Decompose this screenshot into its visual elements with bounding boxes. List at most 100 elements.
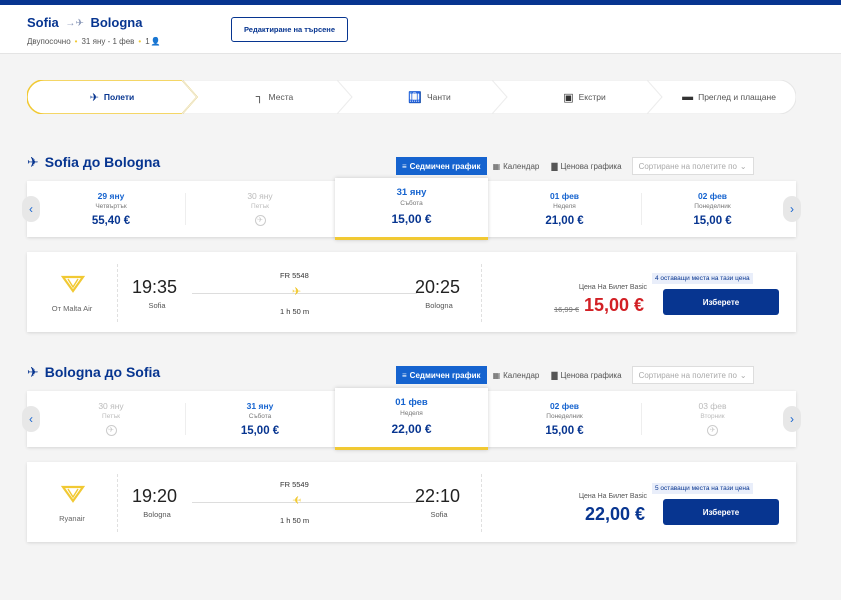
- prev-dates-arrow[interactable]: ‹: [22, 406, 40, 432]
- select-flight-button[interactable]: Изберете: [663, 499, 779, 525]
- step-seats[interactable]: ┐ Места: [197, 80, 352, 114]
- chevron-down-icon: ⌄: [739, 161, 747, 171]
- divider: [117, 264, 118, 322]
- tab-calendar[interactable]: ▦ Календар: [487, 157, 546, 175]
- seat-icon: ┐: [255, 91, 264, 103]
- trip-type: Двупосочно: [27, 37, 71, 46]
- tab-weekly-schedule[interactable]: ≡ Седмичен график: [396, 157, 487, 175]
- departure-plane-icon: ✈: [27, 364, 39, 380]
- departure-city: Bologna: [143, 510, 171, 519]
- seats-left-badge: 4 оставащи места на тази цена: [652, 273, 753, 284]
- arrival-time: 22:10: [415, 486, 461, 506]
- step-review-payment[interactable]: ▬ Преглед и плащане: [662, 80, 796, 114]
- date-option[interactable]: 31 яну Събота 15,00 €: [185, 391, 335, 447]
- harp-logo-icon: [60, 275, 86, 293]
- calendar-icon: ▦: [492, 161, 501, 171]
- tab-weekly-schedule[interactable]: ≡ Седмичен график: [396, 366, 487, 384]
- arrival-time: 20:25: [415, 277, 461, 297]
- fare-type: Цена На Билет Basic: [578, 284, 647, 291]
- date-option-selected[interactable]: 01 фев Неделя 22,00 €: [335, 388, 488, 450]
- bar-chart-icon: ▇: [551, 370, 558, 380]
- tab-calendar[interactable]: ▦ Календар: [487, 366, 546, 384]
- flight-price: 15,00 €: [584, 295, 645, 315]
- old-price: 16,99 €: [553, 305, 579, 314]
- select-flight-button[interactable]: Изберете: [663, 289, 779, 315]
- step-bags[interactable]: 🛄 Чанти: [352, 80, 507, 114]
- operator-name: Ryanair: [59, 514, 85, 523]
- departure-time: 19:20: [132, 486, 178, 506]
- no-flight-icon: ✈: [105, 425, 117, 436]
- origin-city: Sofia: [27, 15, 59, 30]
- next-dates-arrow[interactable]: ›: [783, 406, 801, 432]
- date-option[interactable]: 02 фев Понеделник 15,00 €: [488, 391, 641, 447]
- route-title: Sofia →✈ Bologna: [27, 15, 142, 30]
- chevron-right-icon: ›: [790, 202, 794, 216]
- route-line: [192, 502, 417, 503]
- flight-duration: 1 h 50 m: [280, 516, 310, 525]
- outbound-title: ✈ Sofia до Bologna: [27, 154, 161, 170]
- flight-price: 22,00 €: [585, 504, 646, 524]
- no-flight-icon: ✈: [254, 215, 266, 226]
- separator-dot: •: [138, 37, 142, 46]
- divider: [481, 264, 482, 322]
- trip-summary-header: Sofia →✈ Bologna Двупосочно • 31 яну - 1 ф…: [0, 5, 841, 54]
- inbound-title: ✈ Bologna до Sofia: [27, 364, 161, 380]
- step-flights[interactable]: ✈ Полети: [27, 80, 197, 114]
- chevron-left-icon: ‹: [29, 202, 33, 216]
- outbound-view-tabs: ≡ Седмичен график ▦ Календар ▇ Ценова графи…: [396, 157, 754, 175]
- sort-dropdown[interactable]: Сортиране на полетите по ⌄: [631, 366, 754, 384]
- airline-info: Ryanair: [27, 462, 117, 542]
- date-option-selected[interactable]: 31 яну Събота 15,00 €: [335, 178, 488, 240]
- tab-price-chart[interactable]: ▇ Ценова графика: [545, 157, 627, 175]
- harp-logo-icon: [60, 485, 86, 503]
- route-line: [192, 293, 417, 294]
- seats-left-badge: 5 оставащи места на тази цена: [652, 483, 753, 494]
- list-icon: ≡: [402, 161, 407, 171]
- bag-icon: 🛄: [408, 91, 422, 104]
- tab-price-chart[interactable]: ▇ Ценова графика: [545, 366, 627, 384]
- arrival-city: Bologna: [425, 301, 453, 310]
- departure-city: Sofia: [148, 301, 166, 310]
- person-icon: 👤: [150, 37, 161, 46]
- edit-search-button[interactable]: Редактиране на търсене: [231, 17, 348, 42]
- inbound-date-carousel: ‹ 30 яну Петък ✈ 31 яну Събота 15,00 € 0…: [22, 388, 801, 450]
- outbound-flight-card: От Malta Air 19:35 Sofia FR 5548 ✈ 1 h 5…: [27, 252, 796, 332]
- next-dates-arrow[interactable]: ›: [783, 196, 801, 222]
- passenger-count: 1: [145, 37, 150, 46]
- inbound-flight-card: Ryanair 19:20 Bologna FR 5549 ✈ 1 h 50 m…: [27, 462, 796, 542]
- sort-dropdown[interactable]: Сортиране на полетите по ⌄: [631, 157, 754, 175]
- separator-dot: •: [74, 37, 78, 46]
- destination-city: Bologna: [90, 15, 143, 30]
- extras-icon: ▣: [563, 91, 574, 104]
- bar-chart-icon: ▇: [551, 161, 558, 171]
- no-flight-icon: ✈: [707, 425, 718, 436]
- arrival-city: Sofia: [430, 510, 448, 519]
- flight-number: FR 5549: [280, 480, 309, 489]
- date-option[interactable]: 29 яну Четвъртък 55,40 €: [37, 181, 185, 237]
- plane-icon: ✈: [292, 286, 302, 298]
- date-option[interactable]: 02 фев Понеделник 15,00 €: [641, 181, 784, 237]
- chevron-right-icon: ›: [790, 412, 794, 426]
- operator-name: От Malta Air: [51, 304, 93, 313]
- plane-icon: ✈: [89, 91, 99, 104]
- list-icon: ≡: [402, 370, 407, 380]
- flight-duration: 1 h 50 m: [280, 307, 310, 316]
- plane-route-icon: →✈: [65, 18, 84, 29]
- card-icon: ▬: [682, 91, 694, 103]
- trip-dates: 31 яну - 1 фев: [81, 37, 135, 46]
- divider: [117, 474, 118, 532]
- prev-dates-arrow[interactable]: ‹: [22, 196, 40, 222]
- flight-number: FR 5548: [280, 271, 309, 280]
- chevron-left-icon: ‹: [29, 412, 33, 426]
- inbound-view-tabs: ≡ Седмичен график ▦ Календар ▇ Ценова графи…: [396, 366, 754, 384]
- trip-details: Двупосочно • 31 яну - 1 фев • 1👤: [27, 37, 161, 46]
- step-extras[interactable]: ▣ Екстри: [507, 80, 662, 114]
- departure-time: 19:35: [132, 277, 178, 297]
- fare-type: Цена На Билет Basic: [578, 493, 647, 500]
- date-option-unavailable: 30 яну Петък ✈: [98, 401, 124, 436]
- departure-plane-icon: ✈: [27, 154, 39, 170]
- date-option-unavailable: 30 яну Петък ✈: [247, 191, 273, 226]
- divider: [481, 474, 482, 532]
- date-option[interactable]: 01 фев Неделя 21,00 €: [488, 181, 641, 237]
- outbound-date-carousel: ‹ 29 яну Четвъртък 55,40 € 30 яну Петък …: [22, 178, 801, 240]
